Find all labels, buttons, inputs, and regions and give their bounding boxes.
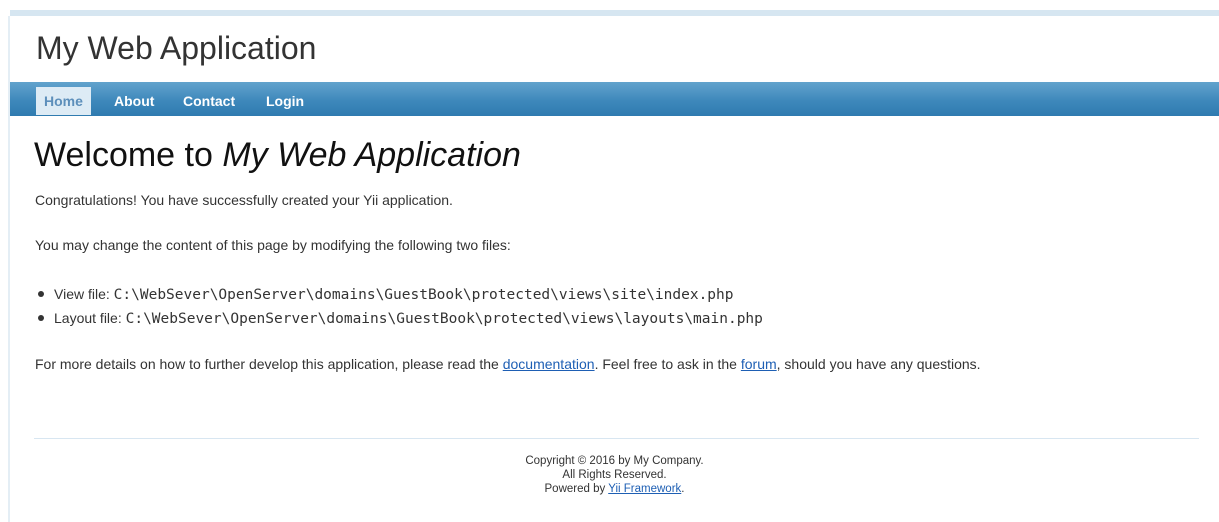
documentation-link[interactable]: documentation [503,356,595,372]
footer-powered: Powered by Yii Framework. [10,482,1219,496]
top-strip [0,0,1219,8]
nav-item-home[interactable]: Home [36,87,91,115]
details-text: For more details on how to further devel… [35,356,981,372]
details-before: For more details on how to further devel… [35,356,503,372]
footer-rights: All Rights Reserved. [562,469,667,481]
details-after: , should you have any questions. [776,356,981,372]
file-path: C:\WebSever\OpenServer\domains\GuestBook… [113,287,734,303]
footer-divider [34,438,1199,439]
bullet-icon [38,291,44,298]
page-container: My Web Application Home About Contact Lo… [10,16,1219,522]
nav-item-contact[interactable]: Contact [175,87,243,115]
site-title: My Web Application [36,30,317,66]
nav-item-about[interactable]: About [106,87,162,115]
file-label: View file: [54,286,114,302]
bullet-icon [38,315,44,322]
powered-suffix: . [681,483,685,495]
footer: Copyright © 2016 by My Company. All Righ… [10,454,1219,496]
forum-link[interactable]: forum [741,356,777,372]
heading-app-name: My Web Application [222,136,521,174]
details-middle: . Feel free to ask in the [594,356,741,372]
change-intro-text: You may change the content of this page … [35,237,511,253]
page-heading: Welcome to My Web Application [34,136,521,175]
footer-copyright: Copyright © 2016 by My Company. [525,455,704,467]
congrats-text: Congratulations! You have successfully c… [35,192,453,208]
yii-framework-link[interactable]: Yii Framework [608,483,681,495]
file-label: Layout file: [54,310,126,326]
main-menu: Home About Contact Login [10,82,1219,116]
heading-prefix: Welcome to [34,136,223,174]
list-item: Layout file: C:\WebSever\OpenServer\doma… [35,306,763,330]
powered-prefix: Powered by [544,483,609,495]
file-path: C:\WebSever\OpenServer\domains\GuestBook… [125,311,763,327]
nav-item-login[interactable]: Login [258,87,312,115]
file-list: View file: C:\WebSever\OpenServer\domain… [35,282,763,330]
list-item: View file: C:\WebSever\OpenServer\domain… [35,282,763,306]
